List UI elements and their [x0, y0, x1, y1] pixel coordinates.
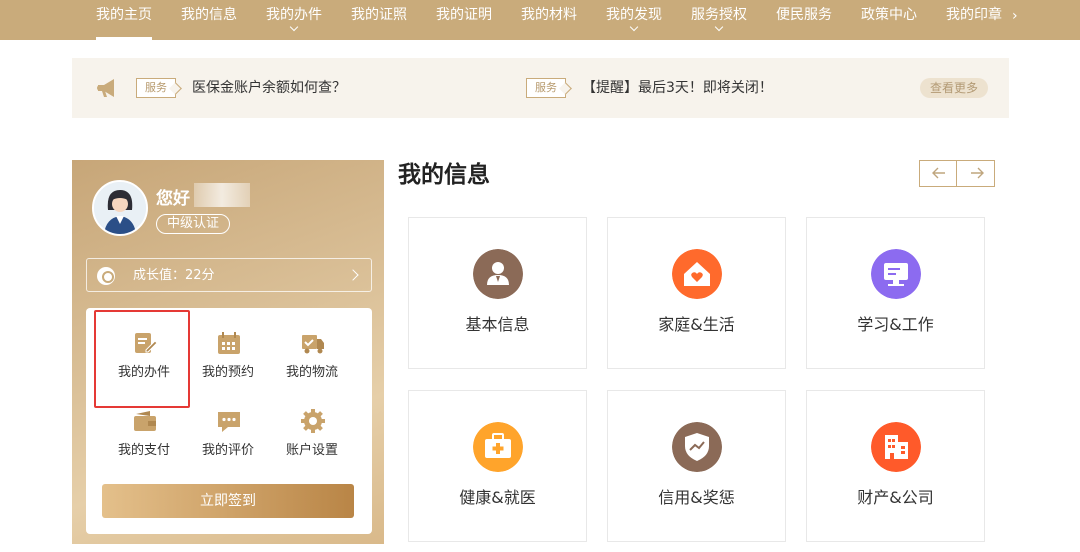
- chevron-down-icon: [289, 22, 299, 32]
- chevron-down-icon: [714, 22, 724, 32]
- info-card-label: 家庭&生活: [658, 315, 735, 334]
- quick-action-label: 我的支付: [117, 443, 170, 458]
- next-button[interactable]: [958, 161, 995, 186]
- shield-chart-icon: [672, 422, 722, 472]
- view-more-button[interactable]: 查看更多: [920, 78, 988, 98]
- top-navigation: 我的主页 我的信息 我的办件 我的证照 我的证明 我的材料 我的发现 服务授权 …: [0, 0, 1080, 40]
- avatar: [92, 180, 148, 236]
- section-title: 我的信息: [398, 162, 490, 188]
- nav-item-my-info[interactable]: 我的信息: [181, 0, 237, 40]
- wallet-icon: [134, 411, 156, 431]
- quick-action-label: 我的预约: [201, 365, 254, 380]
- notice-tag: 服务: [136, 78, 176, 98]
- sign-in-button[interactable]: 立即签到: [102, 484, 354, 518]
- nav-item-my-licenses[interactable]: 我的证照: [351, 0, 407, 40]
- arrow-left-icon: [932, 167, 945, 179]
- monitor-icon: [871, 249, 921, 299]
- home-heart-icon: [672, 249, 722, 299]
- nav-item-policy-center[interactable]: 政策中心: [861, 0, 917, 40]
- chat-bubble-icon: [218, 412, 240, 432]
- chevron-down-icon: [629, 22, 639, 32]
- nav-item-convenience[interactable]: 便民服务: [776, 0, 832, 40]
- user-card: 您好 中级认证 成长值：22分 我的办件 我的预约 我的物流 我的支付 我的评价…: [72, 160, 384, 544]
- info-card-property-company[interactable]: 财产&公司: [806, 390, 985, 542]
- notice-message[interactable]: 医保金账户余额如何查？: [192, 78, 346, 98]
- info-card-label: 基本信息: [465, 315, 530, 334]
- greeting-text: 您好: [156, 189, 190, 209]
- certification-level-badge: 中级认证: [156, 214, 231, 234]
- notice-tag: 服务: [526, 78, 566, 98]
- info-card-label: 学习&工作: [857, 315, 934, 334]
- medical-kit-icon: [473, 422, 523, 472]
- quick-actions-panel: 我的办件 我的预约 我的物流 我的支付 我的评价 账户设置 立即签到: [86, 308, 372, 534]
- chevron-right-icon: [347, 269, 359, 281]
- person-icon: [473, 249, 523, 299]
- info-card-label: 信用&奖惩: [658, 488, 735, 507]
- calendar-icon: [218, 332, 240, 354]
- highlight-box: [94, 310, 190, 408]
- delivery-truck-icon: [302, 335, 324, 354]
- user-avatar-icon: [94, 182, 146, 234]
- quick-action-my-payments[interactable]: 我的支付: [102, 408, 186, 470]
- carousel-controls: [919, 160, 995, 187]
- nav-item-my-certificates[interactable]: 我的证明: [436, 0, 492, 40]
- nav-item-my-discover[interactable]: 我的发现: [606, 0, 662, 40]
- megaphone-icon: [97, 79, 114, 97]
- quick-action-my-reviews[interactable]: 我的评价: [186, 408, 270, 470]
- masked-username: [194, 183, 250, 207]
- prev-button[interactable]: [920, 161, 957, 186]
- nav-item-home[interactable]: 我的主页: [96, 0, 152, 40]
- info-card-family-life[interactable]: 家庭&生活: [607, 217, 786, 369]
- notice-bar: 服务 医保金账户余额如何查？ 服务 【提醒】最后3天！即将关闭！ 查看更多: [72, 58, 1009, 118]
- quick-action-my-appointments[interactable]: 我的预约: [186, 330, 270, 392]
- quick-action-label: 我的物流: [285, 365, 338, 380]
- info-card-basic[interactable]: 基本信息: [408, 217, 587, 369]
- gear-icon: [301, 409, 325, 433]
- info-card-label: 财产&公司: [857, 488, 934, 507]
- growth-value-bar[interactable]: 成长值：22分: [86, 258, 372, 292]
- chevron-right-icon[interactable]: ›: [1012, 9, 1024, 23]
- nav-item-service-auth[interactable]: 服务授权: [691, 0, 747, 40]
- notice-message[interactable]: 【提醒】最后3天！即将关闭！: [582, 78, 773, 98]
- growth-value-label: 成长值：22分: [133, 268, 215, 283]
- nav-item-my-affairs[interactable]: 我的办件: [266, 0, 322, 40]
- info-card-health-medical[interactable]: 健康&就医: [408, 390, 587, 542]
- quick-action-account-settings[interactable]: 账户设置: [270, 408, 354, 470]
- info-card-label: 健康&就医: [459, 488, 536, 507]
- nav-item-my-materials[interactable]: 我的材料: [521, 0, 577, 40]
- medal-icon: [97, 267, 115, 285]
- quick-action-my-logistics[interactable]: 我的物流: [270, 330, 354, 392]
- quick-action-label: 账户设置: [285, 443, 338, 458]
- info-card-study-work[interactable]: 学习&工作: [806, 217, 985, 369]
- nav-item-my-seal[interactable]: 我的印章: [946, 0, 1002, 40]
- building-icon: [871, 422, 921, 472]
- info-card-credit-rewards[interactable]: 信用&奖惩: [607, 390, 786, 542]
- quick-action-label: 我的评价: [201, 443, 254, 458]
- arrow-right-icon: [971, 167, 984, 179]
